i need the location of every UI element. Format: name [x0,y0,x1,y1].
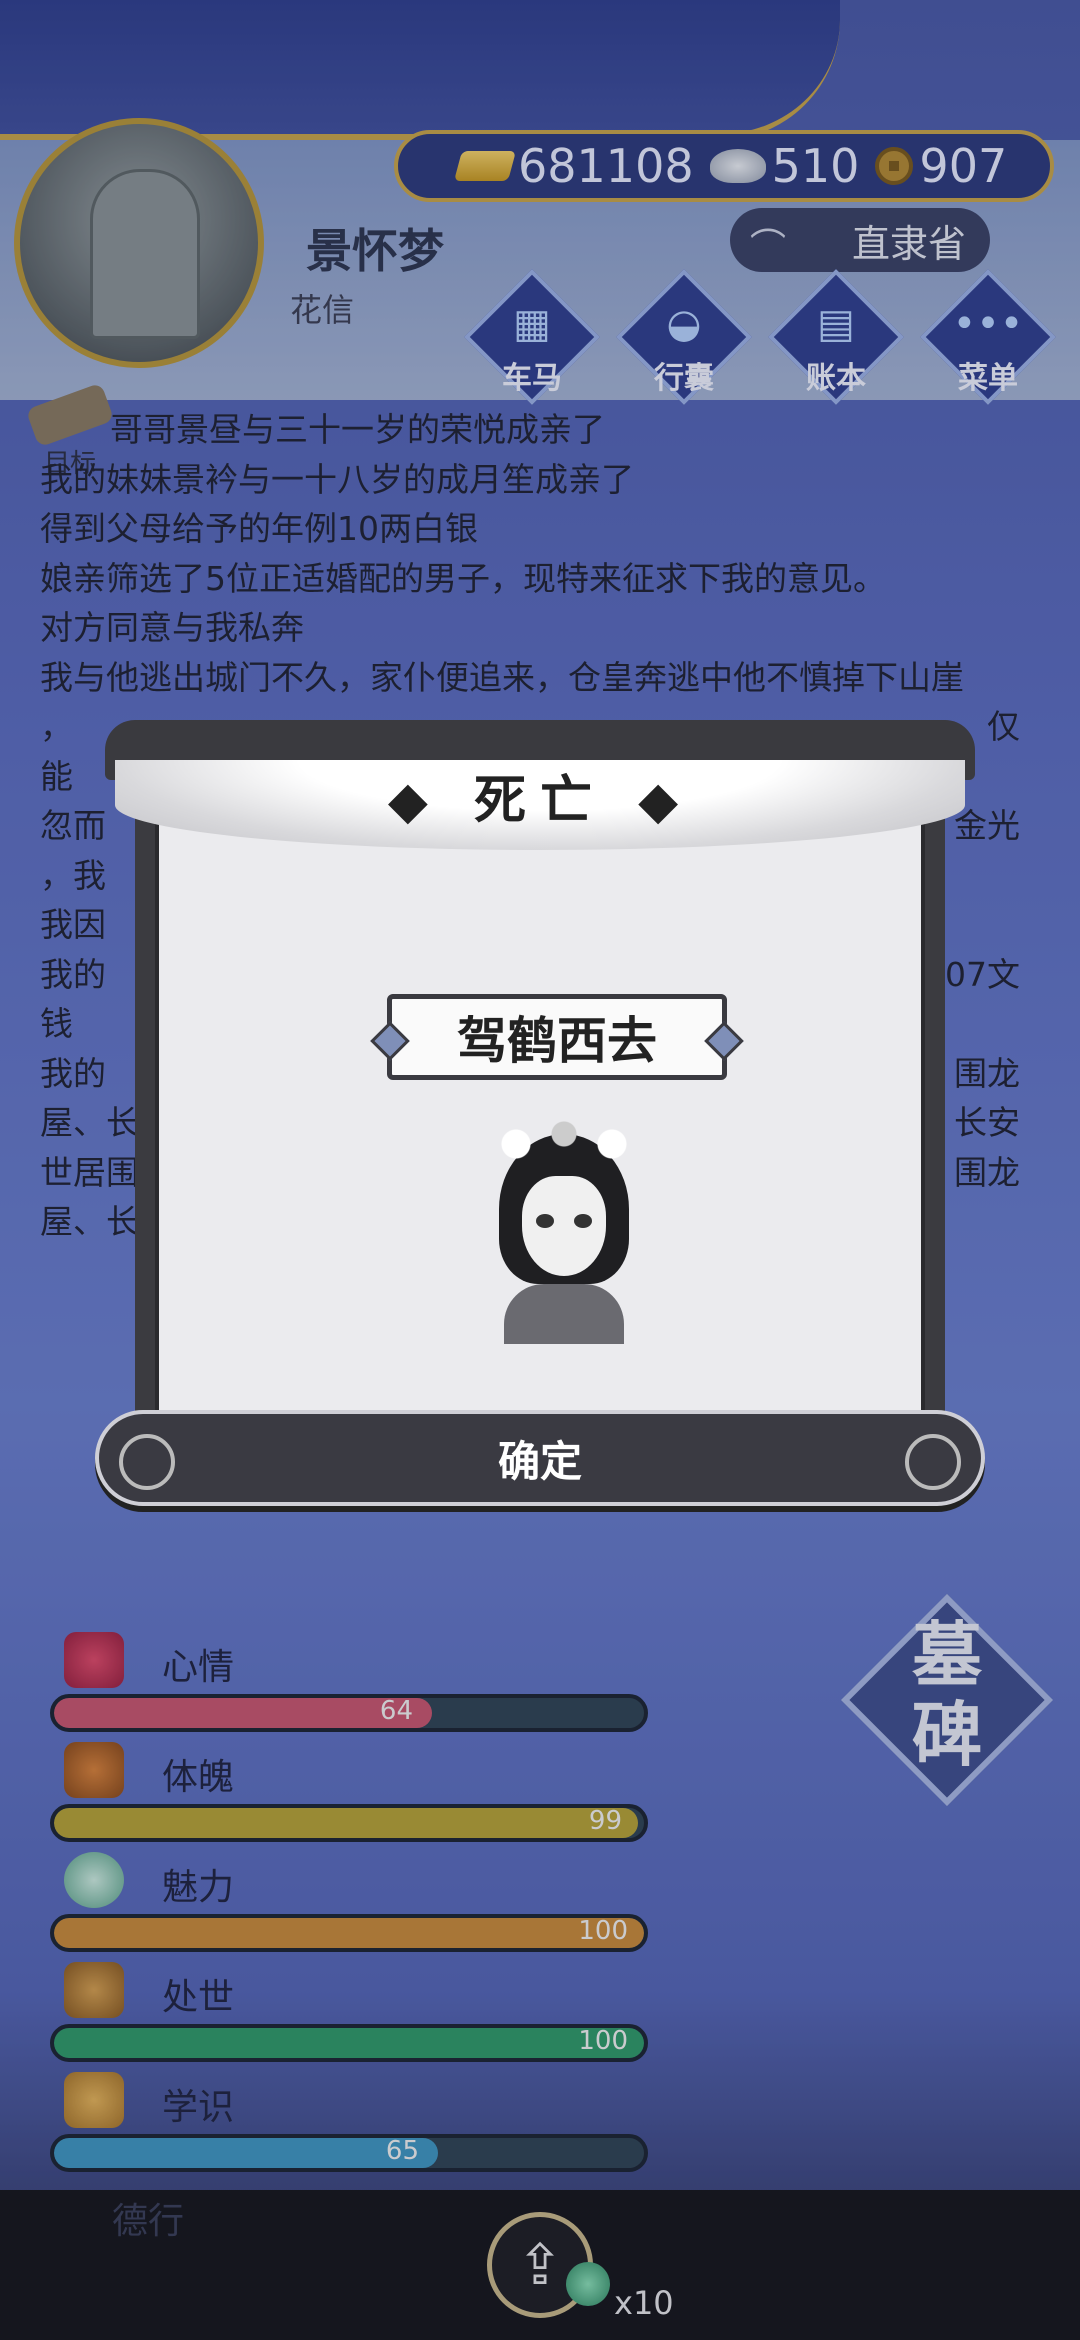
cloud-ornament-icon [905,1434,961,1490]
modal-title: ◆ 死亡 ◆ [387,771,693,831]
robe [504,1284,624,1344]
death-modal: 驾鹤西去 你因殉情去世了，享年21岁 ◆ 死亡 ◆ 确定 [95,720,985,1520]
face [522,1176,606,1276]
modal-title-text: 死亡 [473,771,606,831]
confirm-label: 确定 [497,1436,582,1486]
confirm-button[interactable]: 确定 [95,1410,985,1506]
hair-ornament [484,1114,644,1164]
modal-paper: 驾鹤西去 你因殉情去世了，享年21岁 [155,820,925,1480]
eye [574,1214,592,1228]
cloud-ornament-icon [119,1434,175,1490]
death-cause-label: 驾鹤西去 [387,994,727,1080]
modal-frame: 驾鹤西去 你因殉情去世了，享年21岁 [135,800,945,1500]
character-portrait [464,1114,664,1344]
eye [536,1214,554,1228]
